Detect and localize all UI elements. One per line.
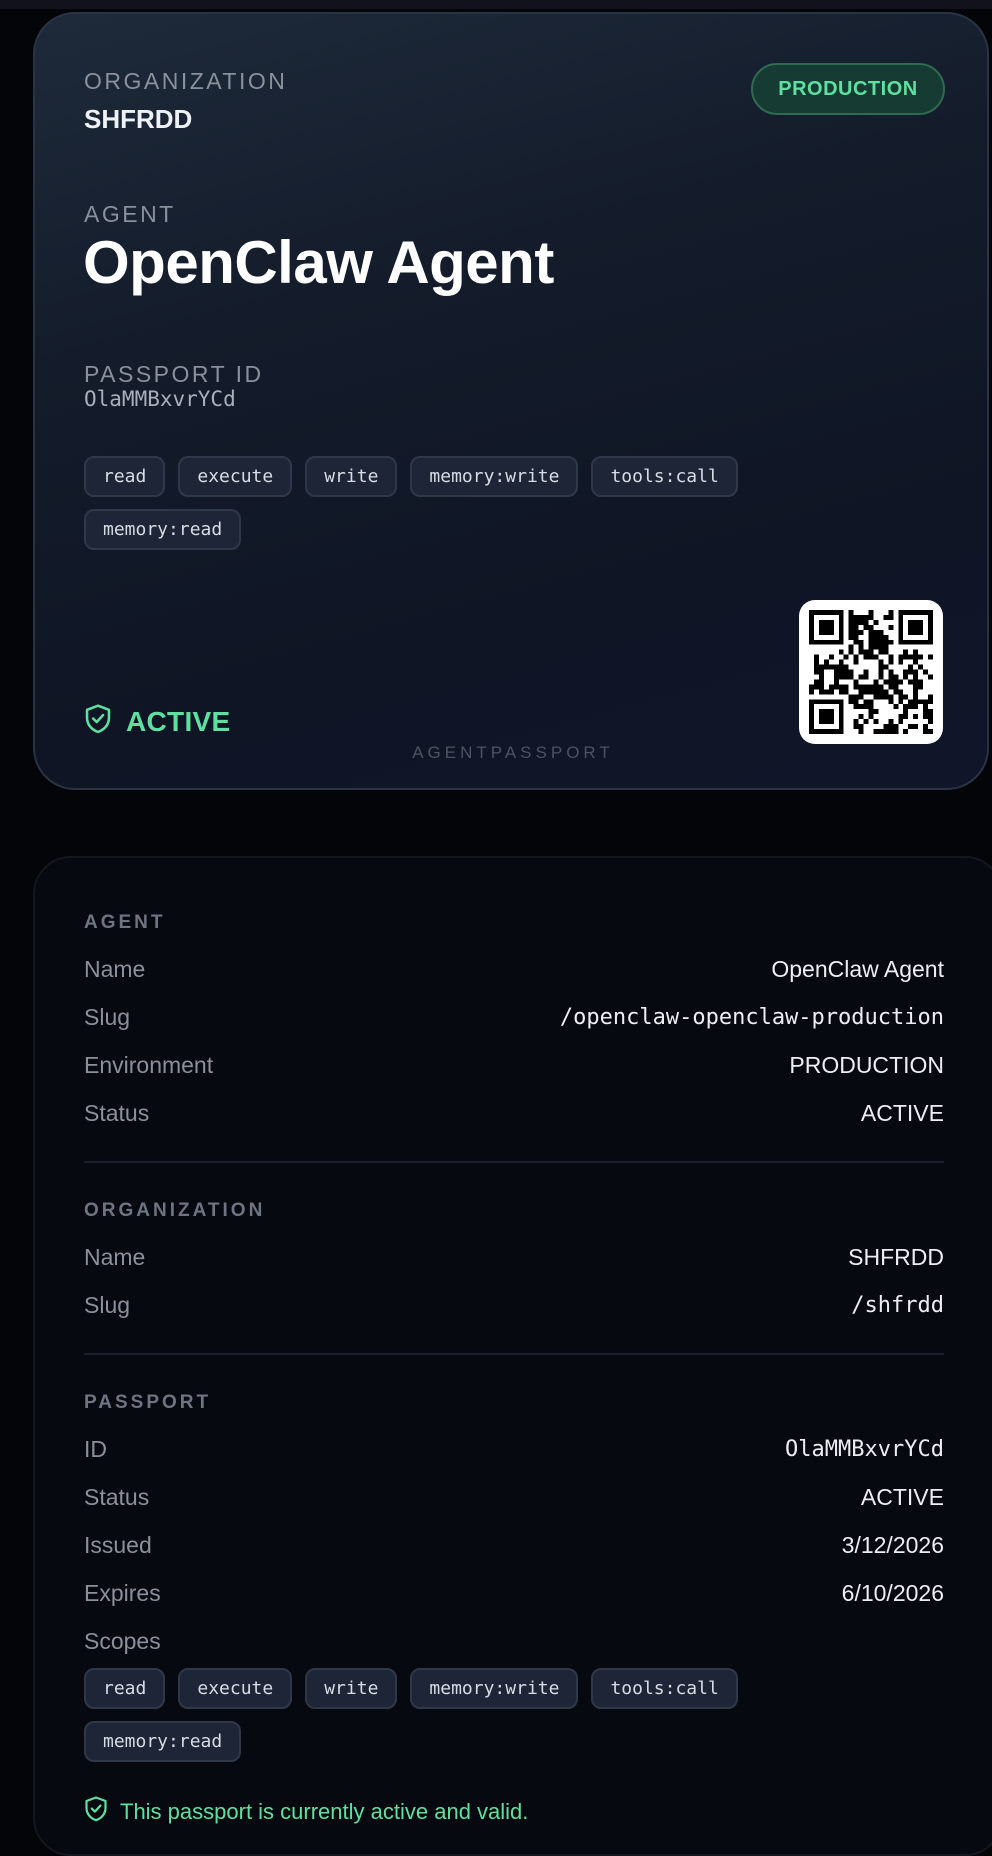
- status-indicator: ACTIVE: [84, 704, 230, 739]
- detail-key: Name: [84, 1244, 146, 1270]
- detail-row: Expires 6/10/2026: [84, 1580, 944, 1607]
- detail-value: ACTIVE: [860, 1484, 944, 1510]
- scope-chip: tools:call: [591, 456, 738, 497]
- detail-scope-chips: read execute write memory:write tools:ca…: [84, 1668, 824, 1762]
- detail-key: Slug: [84, 1004, 131, 1030]
- detail-value: OpenClaw Agent: [771, 956, 944, 982]
- org-name: SHFRDD: [84, 104, 193, 134]
- section-divider: [84, 1353, 944, 1355]
- detail-key: Issued: [84, 1532, 152, 1558]
- qr-code-graphic: [809, 610, 933, 734]
- detail-value: 3/12/2026: [841, 1532, 944, 1558]
- agent-name: OpenClaw Agent: [83, 229, 554, 296]
- detail-row: Issued 3/12/2026: [84, 1532, 944, 1559]
- detail-value: ACTIVE: [860, 1100, 944, 1126]
- scopes-label-row: Scopes: [84, 1628, 944, 1655]
- passport-id-label: PASSPORT ID: [84, 361, 264, 387]
- brand-wordmark: AGENTPASSPORT: [412, 743, 614, 762]
- detail-value: 6/10/2026: [841, 1580, 944, 1606]
- detail-row: Status ACTIVE: [84, 1484, 944, 1511]
- section-divider: [84, 1161, 944, 1163]
- passport-card: ORGANIZATION SHFRDD PRODUCTION AGENT Ope…: [33, 12, 989, 790]
- scope-chip: memory:read: [84, 1721, 242, 1762]
- scope-chip: tools:call: [591, 1668, 738, 1709]
- details-panel: AGENT Name OpenClaw Agent Slug /openclaw…: [33, 856, 992, 1856]
- scope-chip: write: [305, 1668, 398, 1709]
- scope-chip: memory:read: [84, 509, 242, 550]
- status-text: ACTIVE: [126, 705, 231, 737]
- passport-section-title: PASSPORT: [84, 1392, 212, 1413]
- scope-chip: execute: [178, 456, 293, 497]
- detail-row: ID OlaMMBxvrYCd: [84, 1436, 944, 1463]
- detail-key: ID: [84, 1436, 107, 1462]
- detail-key: Name: [84, 956, 146, 982]
- scope-chips: read execute write memory:write tools:ca…: [84, 456, 824, 550]
- detail-value: /shfrdd: [851, 1293, 944, 1318]
- detail-row: Name OpenClaw Agent: [84, 956, 944, 983]
- validity-text: This passport is currently active and va…: [120, 1798, 529, 1824]
- organization-section-title: ORGANIZATION: [84, 1200, 266, 1221]
- scope-chip: write: [305, 456, 398, 497]
- shield-check-icon: [84, 704, 112, 739]
- detail-value: OlaMMBxvrYCd: [785, 1437, 944, 1462]
- validity-message: This passport is currently active and va…: [84, 1796, 528, 1827]
- detail-value: /openclaw-openclaw-production: [559, 1005, 944, 1030]
- detail-row: Status ACTIVE: [84, 1100, 944, 1127]
- scopes-label: Scopes: [84, 1628, 161, 1654]
- detail-row: Environment PRODUCTION: [84, 1052, 944, 1079]
- detail-row: Slug /shfrdd: [84, 1292, 944, 1319]
- detail-key: Status: [84, 1484, 150, 1510]
- qr-code-icon[interactable]: [799, 600, 943, 744]
- detail-key: Expires: [84, 1580, 161, 1606]
- detail-row: Slug /openclaw-openclaw-production: [84, 1004, 944, 1031]
- shield-check-icon: [84, 1796, 108, 1827]
- environment-badge: PRODUCTION: [751, 63, 945, 115]
- scope-chip: read: [84, 456, 166, 497]
- top-edge: [0, 0, 992, 9]
- scope-chip: execute: [178, 1668, 293, 1709]
- agent-label: AGENT: [84, 201, 176, 227]
- detail-key: Environment: [84, 1052, 214, 1078]
- scope-chip: read: [84, 1668, 166, 1709]
- org-label: ORGANIZATION: [84, 68, 288, 94]
- detail-key: Slug: [84, 1292, 131, 1318]
- scope-chip: memory:write: [410, 456, 579, 497]
- scope-chip: memory:write: [410, 1668, 579, 1709]
- detail-row: Name SHFRDD: [84, 1244, 944, 1271]
- detail-key: Status: [84, 1100, 150, 1126]
- agent-section-title: AGENT: [84, 912, 166, 933]
- detail-value: SHFRDD: [848, 1244, 944, 1270]
- detail-value: PRODUCTION: [789, 1052, 944, 1078]
- passport-id: OlaMMBxvrYCd: [84, 387, 236, 411]
